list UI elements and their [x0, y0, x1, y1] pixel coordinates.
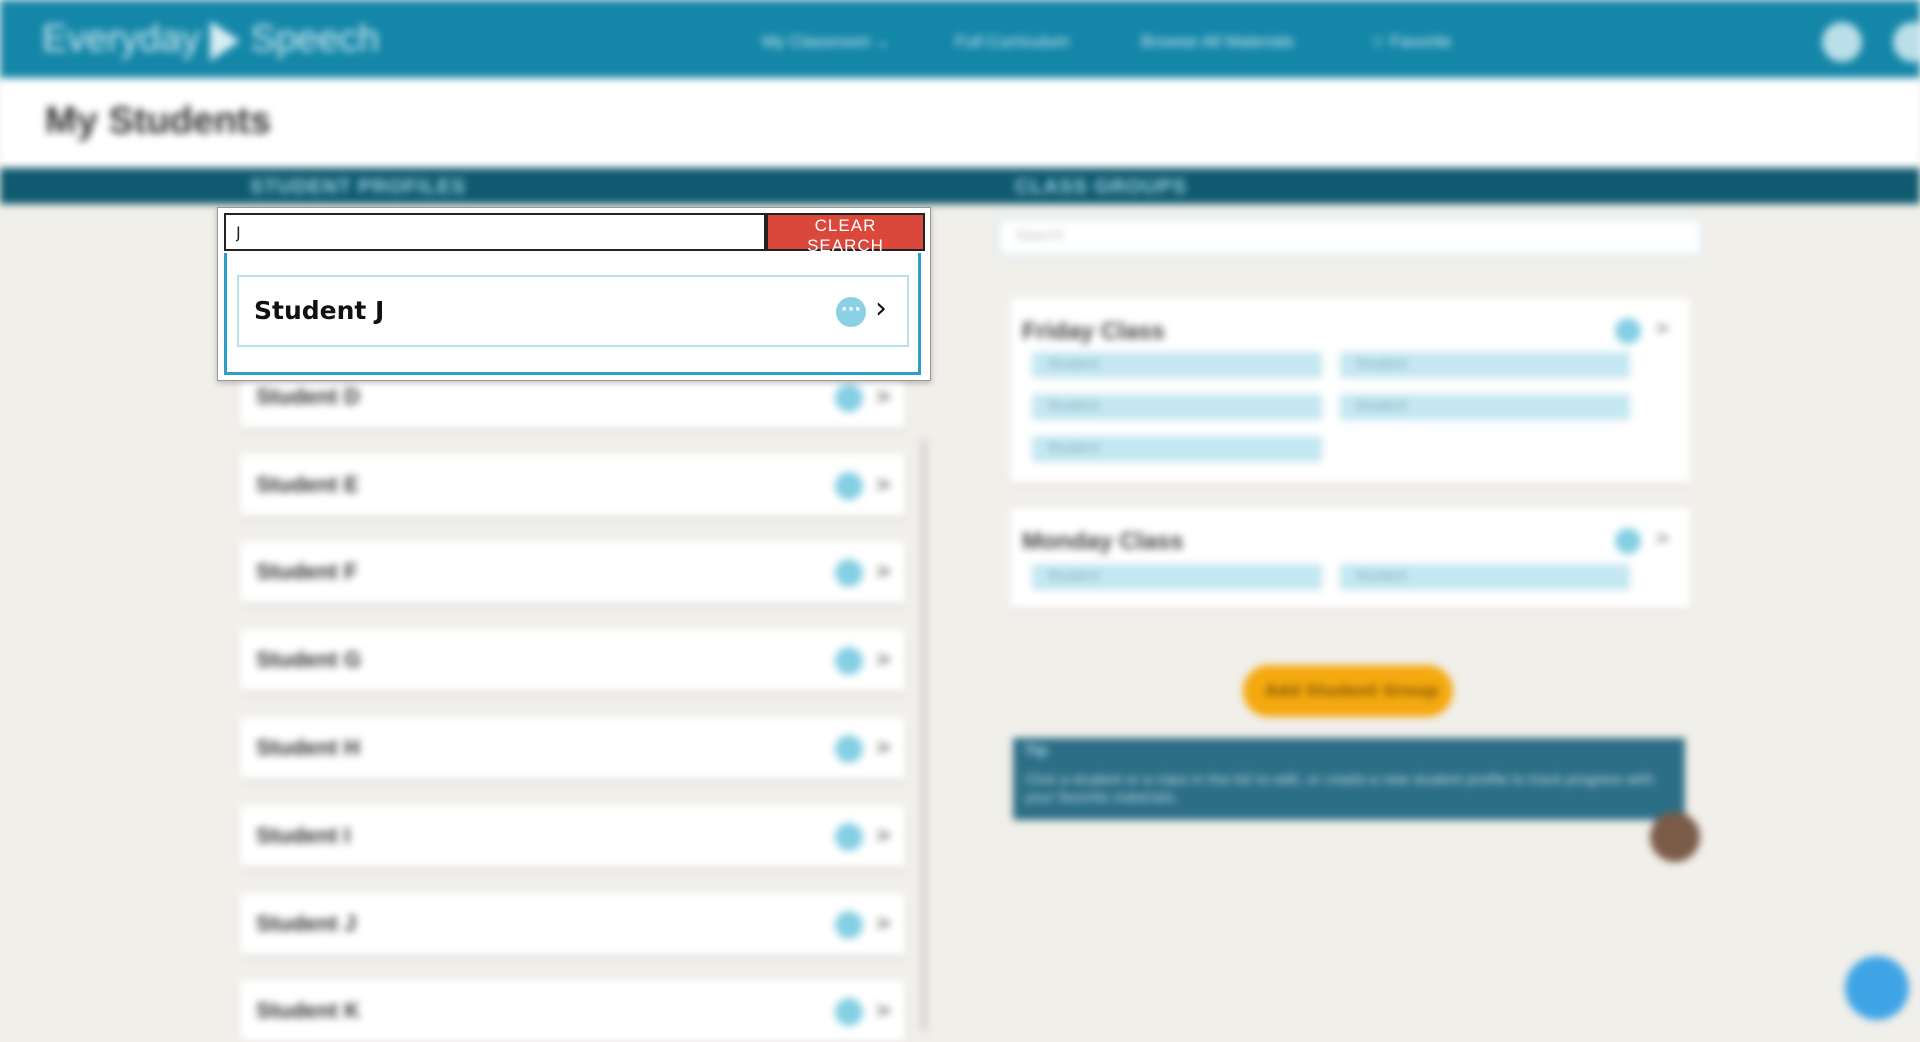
class-search-placeholder: Search — [1016, 228, 1065, 244]
chevron-right-icon: > — [875, 472, 892, 496]
more-options-icon[interactable] — [835, 823, 863, 851]
student-card[interactable]: Student J > — [240, 893, 905, 955]
top-navbar: Everyday Speech My Classroom ⌄ Full Curri… — [0, 0, 1920, 78]
add-student-group-button[interactable]: Add Student Group — [1243, 665, 1453, 717]
chevron-right-icon: > — [875, 647, 892, 671]
student-name: Student J — [256, 911, 357, 936]
more-options-icon[interactable] — [835, 559, 863, 587]
class-card-monday[interactable]: Monday Class > Student Student — [1010, 508, 1690, 608]
chevron-right-icon[interactable]: › — [875, 291, 887, 326]
member-name: Student — [1356, 569, 1408, 584]
student-name: Student K — [256, 998, 360, 1023]
member-name: Student — [1356, 399, 1408, 414]
class-card-friday[interactable]: Friday Class > Student Student Student S… — [1010, 298, 1690, 483]
student-name: Student D — [256, 384, 360, 409]
more-options-icon[interactable] — [835, 998, 863, 1026]
logo: Everyday Speech — [42, 18, 379, 61]
student-name: Student F — [256, 559, 358, 584]
page-title: My Students — [45, 100, 271, 142]
chevron-right-icon: > — [875, 735, 892, 759]
search-result-item[interactable]: Student J ··· › — [237, 275, 909, 347]
tip-title: Tip — [1025, 744, 1048, 759]
class-member-pill[interactable]: Student — [1032, 436, 1322, 462]
member-name: Student — [1048, 399, 1100, 414]
student-name: Student H — [256, 735, 360, 760]
chevron-right-icon: > — [875, 911, 892, 935]
member-name: Student — [1048, 441, 1100, 456]
class-search-input[interactable]: Search — [998, 218, 1702, 256]
search-results-panel: Student J ··· › — [224, 253, 921, 375]
title-bar — [0, 78, 1920, 166]
students-scrollbar[interactable] — [920, 440, 928, 1031]
chevron-right-icon: > — [875, 998, 892, 1022]
class-member-pill[interactable]: Student — [1032, 352, 1322, 378]
student-card[interactable]: Student K > — [240, 980, 905, 1042]
chevron-down-icon[interactable]: > — [1655, 528, 1670, 549]
nav-full-curriculum[interactable]: Full Curriculum — [955, 32, 1069, 52]
chevron-down-icon[interactable]: > — [1655, 318, 1670, 339]
more-options-icon[interactable] — [1615, 528, 1641, 554]
nav-my-classroom[interactable]: My Classroom ⌄ — [762, 32, 890, 52]
more-options-icon[interactable] — [835, 472, 863, 500]
class-member-pill[interactable]: Student — [1340, 564, 1630, 590]
student-card[interactable]: Student G > — [240, 629, 905, 691]
chevron-right-icon: > — [875, 823, 892, 847]
student-card[interactable]: Student E > — [240, 454, 905, 516]
member-name: Student — [1048, 569, 1100, 584]
chevron-right-icon: > — [875, 559, 892, 583]
class-member-pill[interactable]: Student — [1340, 352, 1630, 378]
member-name: Student — [1356, 357, 1408, 372]
students-section-label: STUDENT PROFILES — [250, 176, 467, 198]
member-name: Student — [1048, 357, 1100, 372]
student-card[interactable]: Student I > — [240, 805, 905, 867]
more-options-icon[interactable] — [835, 911, 863, 939]
tip-box: Tip Click a student or a class in the li… — [1013, 738, 1685, 820]
add-button-label: Add Student Group — [1265, 681, 1439, 700]
classes-section-label: CLASS GROUPS — [1015, 176, 1188, 198]
student-name: Student G — [256, 647, 362, 672]
logo-text-left: Everyday — [42, 18, 201, 60]
nav-browse-materials[interactable]: Browse All Materials — [1141, 32, 1294, 52]
nav-favorite[interactable]: ☆ Favorite — [1370, 32, 1451, 52]
more-options-icon[interactable]: ··· — [836, 297, 866, 327]
class-member-pill[interactable]: Student — [1032, 394, 1322, 420]
student-search-dropdown: CLEAR SEARCH Student J ··· › — [217, 207, 931, 381]
more-options-icon[interactable] — [835, 384, 863, 412]
more-options-icon[interactable] — [835, 735, 863, 763]
more-options-icon[interactable] — [835, 647, 863, 675]
more-options-icon[interactable] — [1615, 318, 1641, 344]
chevron-right-icon: > — [875, 384, 892, 408]
class-name: Monday Class — [1022, 528, 1184, 555]
avatar — [1650, 812, 1700, 862]
tip-text: Click a student or a class in the list t… — [1025, 773, 1655, 806]
help-icon[interactable] — [1822, 22, 1862, 62]
chat-button[interactable] — [1845, 956, 1909, 1020]
student-search-input[interactable] — [224, 213, 766, 251]
logo-text-right: Speech — [250, 18, 380, 60]
class-name: Friday Class — [1022, 318, 1165, 345]
play-logo-icon — [210, 20, 241, 61]
class-member-pill[interactable]: Student — [1032, 564, 1322, 590]
background-app: Everyday Speech My Classroom ⌄ Full Curri… — [0, 0, 1920, 1042]
class-member-pill[interactable]: Student — [1340, 394, 1630, 420]
result-student-name: Student J — [254, 296, 385, 325]
student-card[interactable]: Student F > — [240, 541, 905, 603]
account-icon[interactable] — [1893, 22, 1920, 62]
student-card[interactable]: Student H > — [240, 717, 905, 779]
student-name: Student I — [256, 823, 351, 848]
clear-search-button[interactable]: CLEAR SEARCH — [766, 213, 925, 255]
student-name: Student E — [256, 472, 359, 497]
